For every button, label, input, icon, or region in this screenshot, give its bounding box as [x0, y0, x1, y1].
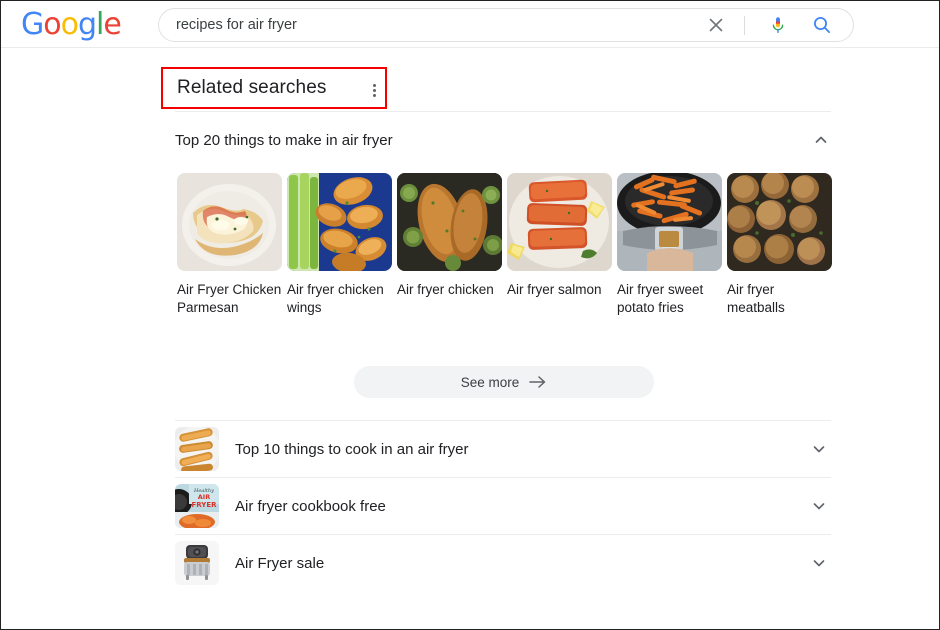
logo-letter-6: e — [103, 7, 121, 42]
browser-viewport: Google recipes for air fryer Related sea… — [0, 0, 940, 630]
meatballs-image — [727, 173, 832, 271]
logo-letter-2: o — [43, 7, 61, 42]
header-divider — [175, 111, 831, 112]
chevron-down-icon[interactable] — [809, 496, 829, 516]
card-label: Air Fryer Chicken Parmesan — [177, 282, 282, 315]
list-item-label: Air Fryer sale — [235, 554, 325, 572]
close-icon[interactable] — [699, 9, 733, 41]
card-label: Air fryer chicken wings — [287, 282, 384, 315]
page-title: Related searches — [177, 77, 327, 98]
card-sweet-potato-fries[interactable]: Air fryer sweet potato fries — [617, 173, 722, 317]
related-searches-header-highlight: Related searches — [161, 67, 387, 109]
chevron-down-icon[interactable] — [809, 553, 829, 573]
search-icon[interactable] — [805, 9, 839, 41]
list-item[interactable]: Top 10 things to cook in an air fryer — [175, 420, 831, 477]
chicken-tenders-thumb — [175, 427, 219, 471]
logo-letter-4: g — [77, 7, 97, 42]
see-more-label: See more — [460, 374, 520, 390]
salmon-image — [507, 173, 612, 271]
more-vert-icon[interactable] — [366, 81, 382, 99]
google-logo[interactable]: Google — [21, 7, 122, 42]
list-item[interactable]: Air Fryer sale — [175, 534, 831, 591]
related-cards-carousel: Air Fryer Chicken Parmesan Air fryer chi… — [177, 173, 832, 317]
see-more-button[interactable]: See more — [354, 366, 654, 398]
logo-letter-1: G — [21, 7, 44, 42]
card-chicken-wings[interactable]: Air fryer chicken wings — [287, 173, 392, 317]
card-label: Air fryer salmon — [507, 282, 602, 297]
air-fryer-appliance-thumb — [175, 541, 219, 585]
list-item[interactable]: Healthy AIR FRYER Air fryer cookbook fre… — [175, 477, 831, 534]
card-air-fryer-meatballs[interactable]: Air fryer meatballs — [727, 173, 832, 317]
search-box[interactable] — [158, 8, 854, 42]
chicken-wings-image — [287, 173, 392, 271]
list-item-label: Air fryer cookbook free — [235, 497, 386, 515]
section-header-top20[interactable]: Top 20 things to make in air fryer — [175, 126, 831, 154]
arrow-right-icon — [529, 376, 546, 388]
microphone-icon[interactable] — [761, 9, 795, 41]
chicken-parmesan-image — [177, 173, 282, 271]
sweet-potato-fries-image — [617, 173, 722, 271]
chevron-down-icon[interactable] — [809, 439, 829, 459]
related-searches-list: Top 10 things to cook in an air fryer He… — [175, 420, 831, 591]
section-label: Top 20 things to make in air fryer — [175, 131, 393, 149]
list-item-label: Top 10 things to cook in an air fryer — [235, 440, 469, 458]
svg-text:AIR: AIR — [198, 493, 210, 501]
card-label: Air fryer sweet potato fries — [617, 282, 704, 315]
svg-text:FRYER: FRYER — [191, 501, 217, 509]
card-label: Air fryer meatballs — [727, 282, 785, 315]
card-air-fryer-chicken[interactable]: Air fryer chicken — [397, 173, 502, 317]
search-header: Google — [1, 1, 939, 48]
logo-letter-3: o — [60, 7, 79, 42]
chevron-up-icon[interactable] — [811, 130, 831, 150]
card-air-fryer-salmon[interactable]: Air fryer salmon — [507, 173, 612, 317]
search-input[interactable] — [176, 9, 696, 41]
card-label: Air fryer chicken — [397, 282, 494, 297]
card-chicken-parmesan[interactable]: Air Fryer Chicken Parmesan — [177, 173, 282, 317]
cookbook-cover-thumb: Healthy AIR FRYER — [175, 484, 219, 528]
chicken-brussels-image — [397, 173, 502, 271]
search-divider — [744, 16, 745, 35]
